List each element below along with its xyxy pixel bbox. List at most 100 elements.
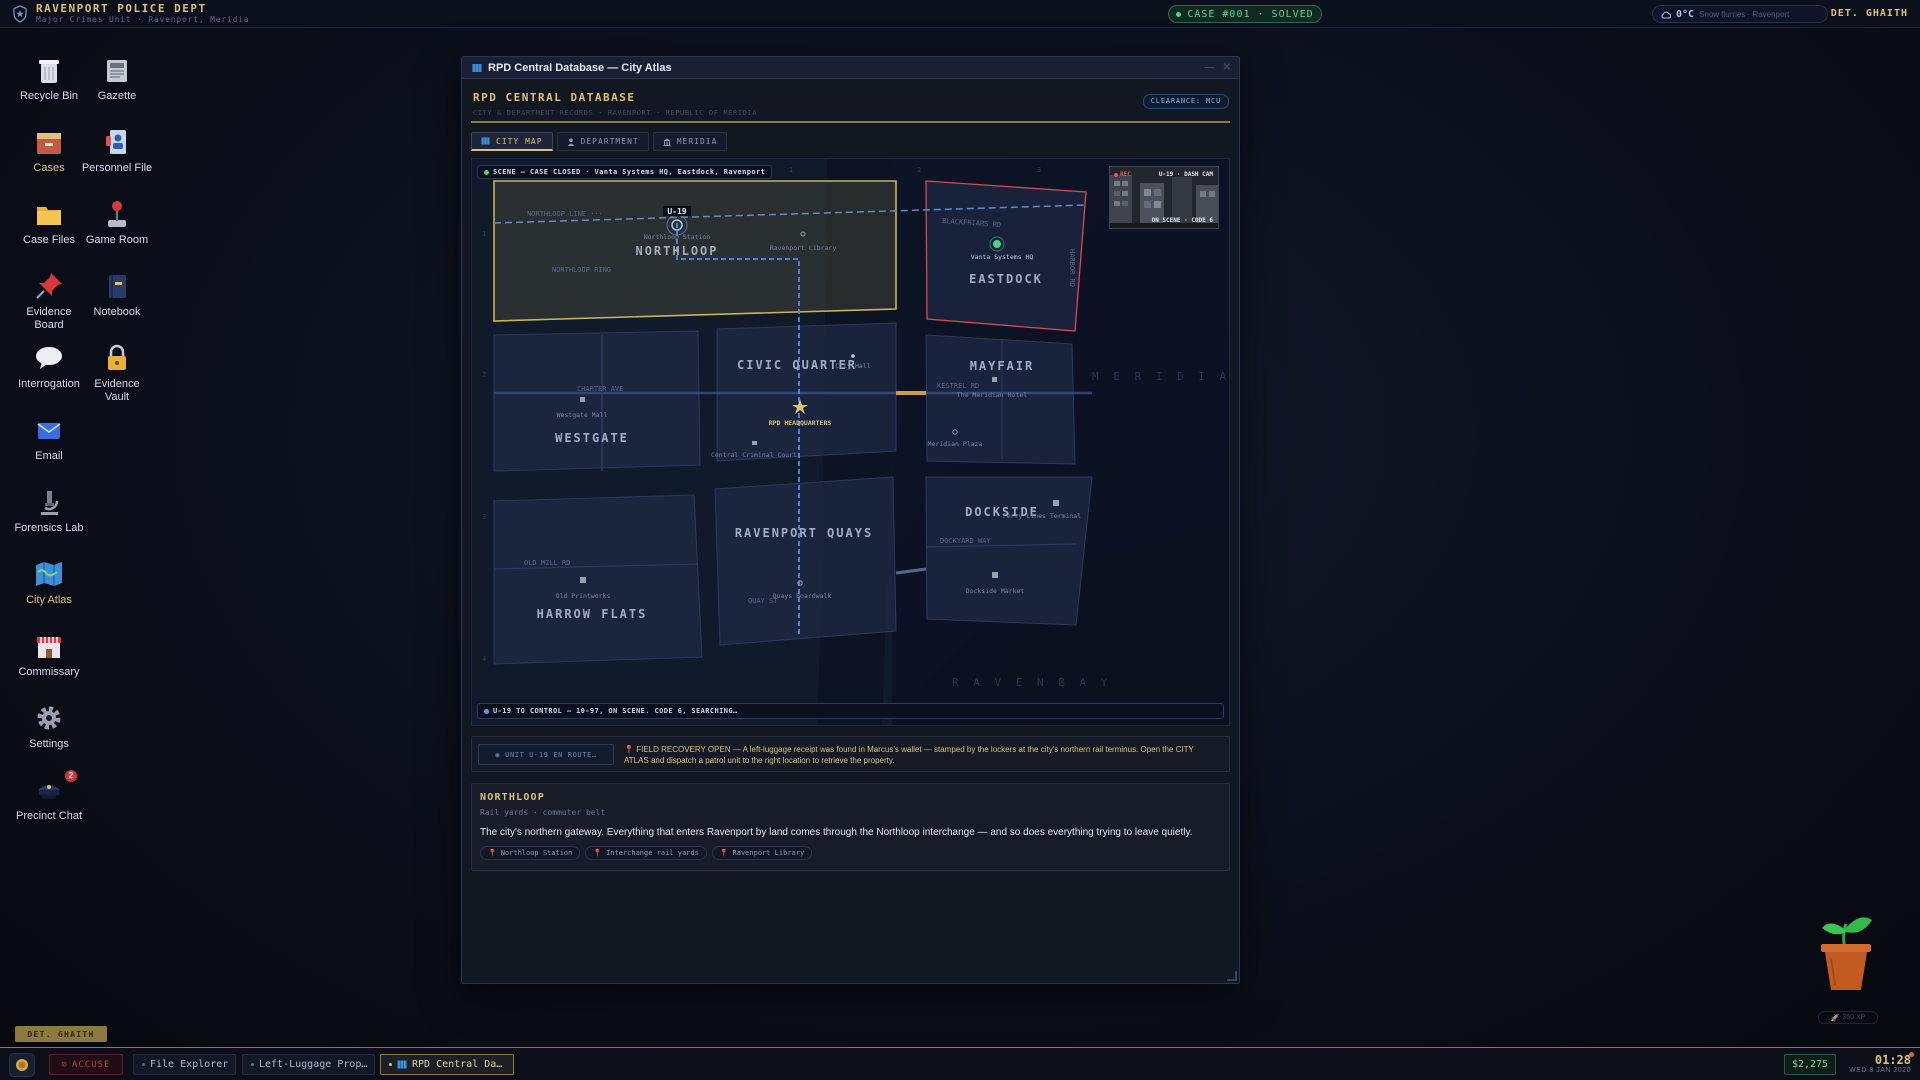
top-bar: RAVENPORT POLICE DEPT Major Crimes Unit … [0, 0, 1920, 28]
desktop-icon-label: Cases [33, 162, 65, 174]
accuse-button[interactable]: ⊘ ACCUSE [49, 1054, 123, 1075]
unit-button-label: UNIT U-19 EN ROUTE… [505, 750, 597, 759]
task-left-luggage[interactable]: Left-Luggage Prop… [242, 1054, 375, 1075]
district-ravenport-quays[interactable] [714, 476, 897, 646]
balance-display[interactable]: $2,275 [1784, 1054, 1836, 1075]
district-westgate[interactable] [493, 330, 701, 472]
user-name[interactable]: DET. GHAITH [1831, 8, 1908, 19]
desktop-icon-notebook[interactable]: Notebook [81, 270, 153, 319]
window-titlebar[interactable]: RPD Central Database — City Atlas — ✕ [462, 57, 1239, 79]
desktop-icon-label: Evidence Board [26, 306, 72, 331]
detective-badge[interactable]: DET. GHAITH [15, 1026, 107, 1042]
scene-badge-text: SCENE — CASE CLOSED · Vanta Systems HQ, … [493, 168, 766, 176]
pushpin-icon [36, 273, 62, 299]
status-dot-icon [484, 169, 489, 175]
district-dockside[interactable] [925, 476, 1093, 626]
minimize-icon[interactable]: — [1205, 62, 1215, 73]
printworks-marker[interactable] [580, 577, 586, 583]
task-rpd-central-database[interactable]: RPD Central Da… [380, 1054, 514, 1075]
task-label: RPD Central Da… [412, 1059, 503, 1070]
street-label: OLD MILL RD [524, 559, 570, 567]
place-chip-label: Ravenport Library [732, 849, 805, 857]
city-atlas-window[interactable]: RPD Central Database — City Atlas — ✕ RP… [461, 56, 1240, 984]
field-recovery-notice: ◉ UNIT U-19 EN ROUTE… 📍 FIELD RECOVERY O… [471, 736, 1230, 772]
desktop-icon-city-atlas[interactable]: City Atlas [13, 558, 85, 607]
rec-dot-icon [1114, 172, 1118, 177]
place-label: City Hall [835, 362, 870, 370]
place-label: Westgate Mall [557, 411, 608, 419]
id-card-icon [106, 130, 126, 154]
vanta-hq-marker[interactable] [993, 240, 1001, 248]
grid-col-label: 3 [1037, 166, 1041, 174]
desktop-icon-email[interactable]: Email [13, 414, 85, 463]
map-icon [36, 562, 62, 586]
database-subtitle: CITY & DEPARTMENT RECORDS · RAVENPORT · … [473, 109, 758, 117]
microscope-icon [41, 491, 59, 515]
city-map-canvas[interactable]: 1 2 3 1 2 3 4 U-19 NORTHLOOP EASTDOCK CI… [472, 159, 1230, 726]
pin-icon: 📍 [624, 745, 634, 754]
mall-marker[interactable] [580, 397, 585, 402]
desktop-icon-evidence-vault[interactable]: Evidence Vault [81, 342, 153, 404]
district-harrow-flats[interactable] [493, 494, 703, 665]
folder-icon [37, 207, 61, 225]
scene-badge[interactable]: SCENE — CASE CLOSED · Vanta Systems HQ, … [477, 165, 773, 179]
desktop-icon-precinct-chat[interactable]: 2 Precinct Chat [13, 770, 85, 823]
desktop-icon-cases[interactable]: Cases [13, 126, 85, 175]
desktop-icon-recycle-bin[interactable]: Recycle Bin [13, 54, 85, 103]
xp-label: 🚀 350 XP [1818, 1011, 1878, 1024]
start-button[interactable] [9, 1053, 35, 1077]
police-badge-icon [16, 1059, 28, 1071]
desktop-icon-interrogation[interactable]: Interrogation [13, 342, 85, 391]
desktop-icon-commissary[interactable]: Commissary [13, 630, 85, 679]
newspaper-icon [107, 60, 127, 82]
notice-text: 📍 FIELD RECOVERY OPEN — A left-luggage r… [624, 744, 1220, 766]
tab-department[interactable]: DEPARTMENT [556, 132, 649, 151]
place-chip-label: Interchange rail yards [606, 849, 699, 857]
pin-icon: 📍 [593, 849, 603, 857]
desktop-icon-personnel-file[interactable]: Personnel File [81, 126, 153, 175]
potted-plant-icon[interactable] [1808, 910, 1884, 992]
app-subtitle: Major Crimes Unit · Ravenport, Meridia [36, 14, 250, 24]
hotel-marker[interactable] [992, 377, 997, 382]
district-label: NORTHLOOP [635, 244, 718, 258]
place-chip[interactable]: 📍 Interchange rail yards [585, 846, 707, 860]
desktop-icon-label: Commissary [18, 666, 80, 678]
desktop-icon-game-room[interactable]: Game Room [81, 198, 153, 247]
court-marker[interactable] [752, 441, 757, 445]
place-chip[interactable]: 📍 Northloop Station [480, 846, 581, 860]
city-map[interactable]: 1 2 3 1 2 3 4 U-19 NORTHLOOP EASTDOCK CI… [471, 158, 1230, 726]
weather-widget[interactable]: 0°C Snow flurries · Ravenport [1652, 5, 1828, 23]
water-label: M E R I D I A N S E A [1092, 370, 1230, 383]
place-label: Old Printworks [556, 592, 611, 600]
grid-row-label: 2 [482, 371, 486, 379]
police-shield-icon [13, 4, 27, 23]
street-label: KESTREL RD [937, 382, 979, 390]
case-status-badge[interactable]: CASE #001 · SOLVED [1168, 5, 1322, 23]
dash-cam-feed[interactable]: REC U-19 · DASH CAM ON SCENE · CODE 6 [1109, 166, 1219, 229]
desktop-icon-settings[interactable]: Settings [13, 702, 85, 751]
resize-handle[interactable] [1227, 971, 1237, 981]
desktop-icon-gazette[interactable]: Gazette [81, 54, 153, 103]
system-clock[interactable]: 01:28 WED 8 JAN 2020 [1849, 1053, 1911, 1074]
task-dot-icon [389, 1063, 392, 1066]
ferry-marker[interactable] [1053, 500, 1059, 506]
tab-meridia[interactable]: MERIDIA [652, 132, 728, 151]
rec-indicator: REC [1114, 171, 1131, 178]
desktop-icon-evidence-board[interactable]: Evidence Board [13, 270, 85, 332]
tab-city-map[interactable]: CITY MAP [471, 132, 553, 151]
unit-en-route-button[interactable]: ◉ UNIT U-19 EN ROUTE… [478, 744, 614, 765]
unread-count-badge: 2 [65, 770, 77, 782]
close-icon[interactable]: ✕ [1223, 62, 1231, 73]
desktop-icon-case-files[interactable]: Case Files [13, 198, 85, 247]
market-marker[interactable] [992, 572, 998, 578]
task-dot-icon [142, 1063, 145, 1066]
person-icon [567, 138, 574, 146]
desktop-icon-forensics-lab[interactable]: Forensics Lab [13, 486, 85, 535]
dash-cam-status: ON SCENE · CODE 6 [1151, 217, 1213, 224]
task-file-explorer[interactable]: File Explorer [133, 1054, 236, 1075]
radio-icon: ◉ [495, 750, 501, 759]
grid-row-label: 4 [482, 655, 486, 663]
place-chip[interactable]: 📍 Ravenport Library [711, 846, 813, 860]
radio-status-text: U-19 TO CONTROL — 10-97, ON SCENE. CODE … [493, 707, 738, 715]
map-icon [481, 137, 490, 145]
